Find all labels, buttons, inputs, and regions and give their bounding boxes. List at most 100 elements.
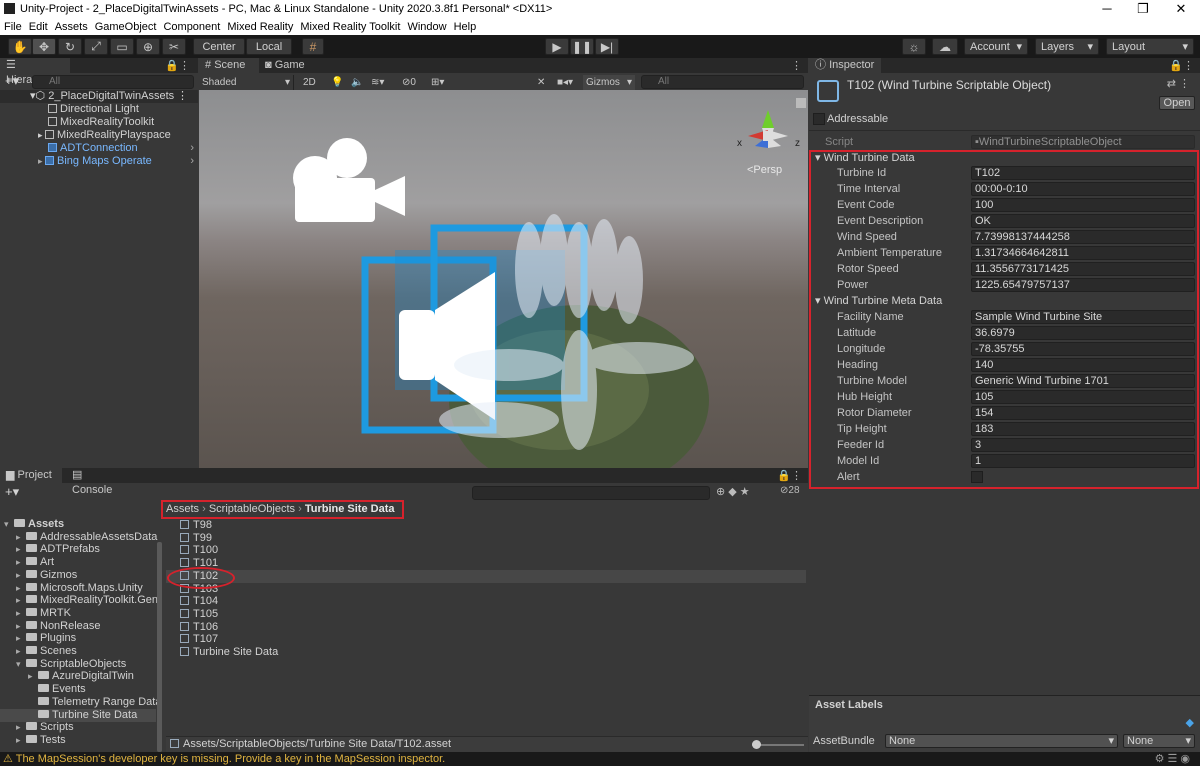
expand-arrow-icon[interactable]: ▸ bbox=[16, 645, 26, 658]
asset-file-item[interactable]: T106 bbox=[166, 621, 806, 634]
create-asset-button[interactable]: +▾ bbox=[5, 484, 19, 500]
account-dropdown[interactable]: Account ▾ bbox=[964, 38, 1028, 55]
camera-dropdown[interactable]: ■◂▾ bbox=[557, 75, 573, 90]
folder-tree-item[interactable]: Telemetry Range Data bbox=[0, 696, 160, 709]
services-button[interactable]: ☼ bbox=[902, 38, 926, 55]
expand-arrow-icon[interactable]: ▸ bbox=[16, 632, 26, 645]
expand-arrow-icon[interactable]: ▸ bbox=[16, 543, 26, 556]
minimize-button[interactable]: ─ bbox=[1092, 1, 1122, 16]
inspector-header-icons[interactable]: ⇄ ⋮ bbox=[1167, 77, 1190, 90]
more-icon[interactable]: ⋮ bbox=[177, 90, 188, 103]
lighting-toggle[interactable]: 💡 bbox=[331, 75, 343, 90]
tools-overlay-button[interactable]: ✕ bbox=[537, 75, 545, 90]
lock-view-icon[interactable] bbox=[796, 98, 806, 108]
collab-button[interactable]: ☁ bbox=[932, 38, 958, 55]
expand-arrow-icon[interactable]: ▸ bbox=[16, 582, 26, 595]
scene-search-input[interactable]: All bbox=[641, 75, 804, 89]
folder-tree-item[interactable]: ▸ Microsoft.Maps.Unity bbox=[0, 582, 156, 595]
icon-size-slider[interactable] bbox=[752, 740, 804, 749]
menu-component[interactable]: Component bbox=[163, 21, 220, 33]
chevron-right-icon[interactable]: › bbox=[190, 155, 194, 168]
menu-mrtk[interactable]: Mixed Reality Toolkit bbox=[300, 21, 400, 33]
folder-tree-item[interactable]: ▸ ADTPrefabs bbox=[0, 543, 156, 556]
project-filter-icons[interactable]: ⊕ ◆ ★ bbox=[716, 485, 750, 498]
expand-arrow-icon[interactable]: ▸ bbox=[16, 569, 26, 582]
menu-assets[interactable]: Assets bbox=[55, 21, 88, 33]
folder-tree-item[interactable]: ▸ Art bbox=[0, 556, 156, 569]
tab-inspector[interactable]: ⓘ Inspector bbox=[809, 58, 881, 73]
effects-dropdown[interactable]: ≋▾ bbox=[371, 75, 384, 90]
expand-arrow-icon[interactable]: ▸ bbox=[16, 556, 26, 569]
expand-arrow-icon[interactable]: ▸ bbox=[28, 670, 38, 683]
asset-file-item[interactable]: T107 bbox=[166, 633, 806, 646]
custom-tool-button[interactable]: ✂ bbox=[162, 38, 186, 55]
folder-tree-item[interactable]: ▸ Tests bbox=[0, 734, 156, 747]
folder-tree-item[interactable]: ▸ AzureDigitalTwin bbox=[0, 670, 156, 683]
folder-tree-item[interactable]: Turbine Site Data bbox=[0, 708, 156, 722]
asset-file-item[interactable]: T98 bbox=[166, 519, 806, 532]
projection-toggle[interactable]: <Persp bbox=[747, 164, 782, 176]
panel-menu-icon[interactable]: ⋮ bbox=[791, 59, 802, 72]
rect-tool-button[interactable]: ▭ bbox=[110, 38, 134, 55]
asset-file-item[interactable]: T104 bbox=[166, 595, 806, 608]
hierarchy-item-mrtk[interactable]: MixedRealityToolkit bbox=[0, 116, 198, 129]
asset-file-item[interactable]: Turbine Site Data bbox=[166, 646, 806, 659]
menu-edit[interactable]: Edit bbox=[29, 21, 48, 33]
step-button[interactable]: ▶| bbox=[595, 38, 619, 55]
add-object-button[interactable]: +▾ bbox=[5, 73, 19, 89]
folder-tree-item[interactable]: ▸ Scripts bbox=[0, 721, 156, 734]
hierarchy-item-bing-maps[interactable]: ▸ Bing Maps Operate › bbox=[0, 155, 198, 168]
chevron-right-icon[interactable]: › bbox=[190, 142, 194, 155]
layout-dropdown[interactable]: Layout ▾ bbox=[1106, 38, 1194, 55]
panel-menu-icon[interactable]: 🔒⋮ bbox=[1169, 59, 1194, 72]
scale-tool-button[interactable]: ⤢ bbox=[84, 38, 108, 55]
rotate-tool-button[interactable]: ↻ bbox=[58, 38, 82, 55]
transform-tool-button[interactable]: ⊕ bbox=[136, 38, 160, 55]
tab-scene[interactable]: # Scene bbox=[199, 58, 259, 73]
folder-tree-item[interactable]: ▸ Scenes bbox=[0, 645, 156, 658]
maximize-button[interactable]: ❐ bbox=[1128, 1, 1158, 17]
tab-game[interactable]: ◙ Game bbox=[259, 58, 315, 73]
expand-arrow-icon[interactable]: ▾ bbox=[4, 518, 14, 531]
addressable-checkbox[interactable] bbox=[813, 113, 825, 125]
expand-arrow-icon[interactable]: ▸ bbox=[16, 531, 26, 544]
folder-tree-item[interactable]: ▸ MRTK bbox=[0, 607, 156, 620]
menu-gameobject[interactable]: GameObject bbox=[95, 21, 157, 33]
hierarchy-item-adtconnection[interactable]: ADTConnection › bbox=[0, 142, 198, 155]
status-icons[interactable]: ⚙ ☰ ◉ bbox=[1155, 752, 1190, 766]
tab-hierarchy[interactable]: ☰ Hierarchy bbox=[0, 58, 70, 86]
asset-file-item[interactable]: T102 bbox=[166, 569, 806, 583]
asset-file-item[interactable]: T99 bbox=[166, 532, 806, 545]
hidden-objects-toggle[interactable]: ⊘0 bbox=[402, 75, 416, 90]
2d-toggle[interactable]: 2D bbox=[303, 75, 316, 90]
expand-arrow-icon[interactable]: ▸ bbox=[16, 620, 26, 633]
hidden-packages-toggle[interactable]: ⊘28 bbox=[780, 485, 800, 496]
shading-mode-dropdown[interactable]: Shaded ▾ bbox=[202, 75, 294, 90]
menu-file[interactable]: File bbox=[4, 21, 22, 33]
hand-tool-button[interactable]: ✋ bbox=[8, 38, 32, 55]
asset-file-item[interactable]: T100 bbox=[166, 544, 806, 557]
folder-tree-item[interactable]: Events bbox=[0, 683, 156, 696]
pivot-center-button[interactable]: Center bbox=[193, 38, 245, 55]
gizmos-dropdown[interactable]: Gizmos ▾ bbox=[583, 75, 635, 90]
asset-bundle-dropdown[interactable]: None ▾ bbox=[885, 734, 1118, 748]
panel-menu-icon[interactable]: 🔒⋮ bbox=[165, 59, 190, 72]
pause-button[interactable]: ❚❚ bbox=[570, 38, 594, 55]
hierarchy-item-directional-light[interactable]: Directional Light bbox=[0, 103, 198, 116]
audio-toggle[interactable]: 🔈 bbox=[351, 75, 363, 90]
tab-console[interactable]: ▤ Console bbox=[66, 468, 128, 496]
folder-tree-item[interactable]: ▸ MixedRealityToolkit.Gen bbox=[0, 594, 158, 607]
expand-arrow-icon[interactable]: ▸ bbox=[16, 734, 26, 747]
folder-tree-item[interactable]: ▸ Plugins bbox=[0, 632, 156, 645]
project-search-input[interactable] bbox=[472, 486, 710, 500]
expand-arrow-icon[interactable]: ▾ bbox=[16, 658, 26, 671]
tree-scrollbar[interactable] bbox=[157, 542, 162, 752]
expand-arrow-icon[interactable]: ▸ bbox=[16, 607, 26, 620]
tab-project[interactable]: ▆ Project bbox=[0, 468, 62, 483]
panel-menu-icon[interactable]: 🔒⋮ bbox=[777, 469, 802, 482]
pivot-local-button[interactable]: Local bbox=[246, 38, 292, 55]
menu-window[interactable]: Window bbox=[407, 21, 446, 33]
asset-file-item[interactable]: T105 bbox=[166, 608, 806, 621]
folder-tree-item[interactable]: ▸ AddressableAssetsData bbox=[0, 531, 157, 544]
grid-snap-button[interactable]: # bbox=[302, 38, 324, 55]
